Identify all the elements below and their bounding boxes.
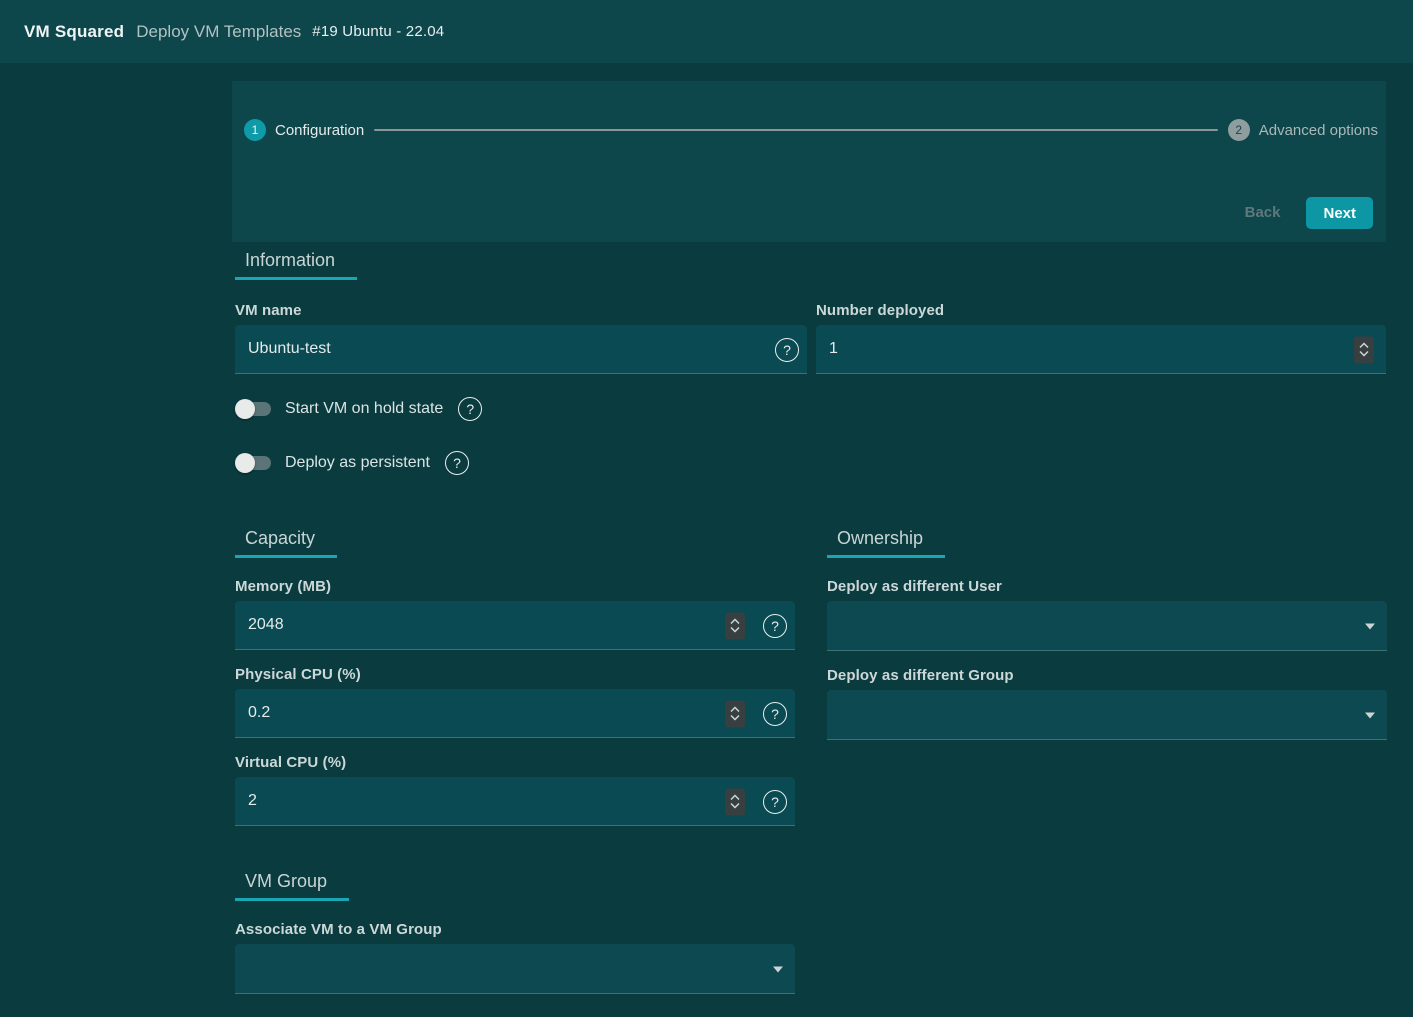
start-vm-on-hold-toggle[interactable] [235,399,272,419]
start-on-hold-row: Start VM on hold state ? [235,395,1386,423]
step-2-number: 2 [1235,123,1242,137]
start-vm-on-hold-label: Start VM on hold state [285,400,443,418]
deploy-group-label: Deploy as different Group [827,667,1387,685]
memory-input-wrap: ? [235,601,795,650]
step-advanced-options: 2 Advanced options [1228,119,1378,141]
deploy-group-field-group: Deploy as different Group [827,667,1387,740]
question-mark-glyph: ? [771,706,779,722]
app-brand: VM Squared [24,22,124,42]
vm-name-input-wrap: ? [235,325,807,374]
step-connector-line [374,129,1218,131]
question-mark-glyph: ? [771,794,779,810]
virtual-cpu-input[interactable] [235,777,795,826]
vm-name-field-group: VM name ? [235,302,807,374]
section-information: Information VM name ? Number deployed [235,250,1386,477]
deploy-user-field-group: Deploy as different User [827,578,1387,651]
associate-vm-group-label: Associate VM to a VM Group [235,921,795,939]
section-title-information: Information [235,250,357,280]
top-header-bar: VM Squared Deploy VM Templates #19 Ubunt… [0,0,1413,63]
spin-up-icon [1359,343,1369,349]
memory-label: Memory (MB) [235,578,795,596]
memory-stepper-control[interactable] [725,612,745,639]
step-configuration: 1 Configuration [244,119,364,141]
help-icon[interactable]: ? [763,790,787,814]
help-icon[interactable]: ? [445,451,469,475]
question-mark-glyph: ? [783,342,791,358]
dropdown-caret-icon [1365,712,1375,718]
physical-cpu-label: Physical CPU (%) [235,666,795,684]
help-icon[interactable]: ? [458,397,482,421]
spin-down-icon [730,627,740,633]
section-capacity: Capacity Memory (MB) ? Physical CPU (%) … [235,528,795,842]
step-2-label: Advanced options [1259,122,1378,139]
associate-vm-group-field-group: Associate VM to a VM Group [235,921,795,994]
spin-down-icon [1359,351,1369,357]
question-mark-glyph: ? [771,618,779,634]
stepper: 1 Configuration 2 Advanced options [232,81,1386,141]
wizard-actions: Back Next [1235,196,1373,229]
number-deployed-input-wrap [816,325,1386,374]
help-icon[interactable]: ? [775,338,799,362]
question-mark-glyph: ? [466,401,474,417]
stepper-panel: 1 Configuration 2 Advanced options Back … [232,81,1386,242]
step-2-circle: 2 [1228,119,1250,141]
next-button[interactable]: Next [1306,197,1373,229]
spin-up-icon [730,707,740,713]
physical-cpu-stepper-control[interactable] [725,700,745,727]
question-mark-glyph: ? [453,455,461,471]
memory-input[interactable] [235,601,795,650]
section-title-capacity: Capacity [235,528,337,558]
back-button[interactable]: Back [1235,196,1291,229]
dropdown-caret-icon [1365,623,1375,629]
deploy-user-select[interactable] [827,601,1387,651]
section-title-ownership: Ownership [827,528,945,558]
section-ownership: Ownership Deploy as different User Deplo… [827,528,1387,756]
help-icon[interactable]: ? [763,614,787,638]
virtual-cpu-stepper-control[interactable] [725,788,745,815]
physical-cpu-field-group: Physical CPU (%) ? [235,666,795,738]
spin-down-icon [730,715,740,721]
section-title-vm-group: VM Group [235,871,349,901]
toggle-knob [235,399,255,419]
help-icon[interactable]: ? [763,702,787,726]
associate-vm-group-select[interactable] [235,944,795,994]
vm-name-label: VM name [235,302,807,320]
deploy-as-persistent-toggle[interactable] [235,453,272,473]
section-vm-group: VM Group Associate VM to a VM Group [235,871,795,1010]
page-title: Deploy VM Templates [136,22,301,42]
spin-down-icon [730,803,740,809]
physical-cpu-input-wrap: ? [235,689,795,738]
vm-name-input[interactable] [235,325,807,374]
step-1-number: 1 [252,123,259,137]
spin-up-icon [730,795,740,801]
toggle-knob [235,453,255,473]
step-1-circle: 1 [244,119,266,141]
virtual-cpu-field-group: Virtual CPU (%) ? [235,754,795,826]
number-deployed-input[interactable] [816,325,1386,374]
deploy-group-select[interactable] [827,690,1387,740]
number-stepper-control[interactable] [1354,336,1374,363]
virtual-cpu-label: Virtual CPU (%) [235,754,795,772]
dropdown-caret-icon [773,966,783,972]
spin-up-icon [730,619,740,625]
deploy-user-label: Deploy as different User [827,578,1387,596]
step-1-label: Configuration [275,122,364,139]
memory-field-group: Memory (MB) ? [235,578,795,650]
number-deployed-field-group: Number deployed [816,302,1386,374]
information-fields-row: VM name ? Number deployed [235,302,1386,374]
physical-cpu-input[interactable] [235,689,795,738]
deploy-as-persistent-label: Deploy as persistent [285,454,430,472]
virtual-cpu-input-wrap: ? [235,777,795,826]
template-reference: #19 Ubuntu - 22.04 [312,23,444,40]
information-toggles: Start VM on hold state ? Deploy as persi… [235,395,1386,477]
deploy-persistent-row: Deploy as persistent ? [235,449,1386,477]
number-deployed-label: Number deployed [816,302,1386,320]
